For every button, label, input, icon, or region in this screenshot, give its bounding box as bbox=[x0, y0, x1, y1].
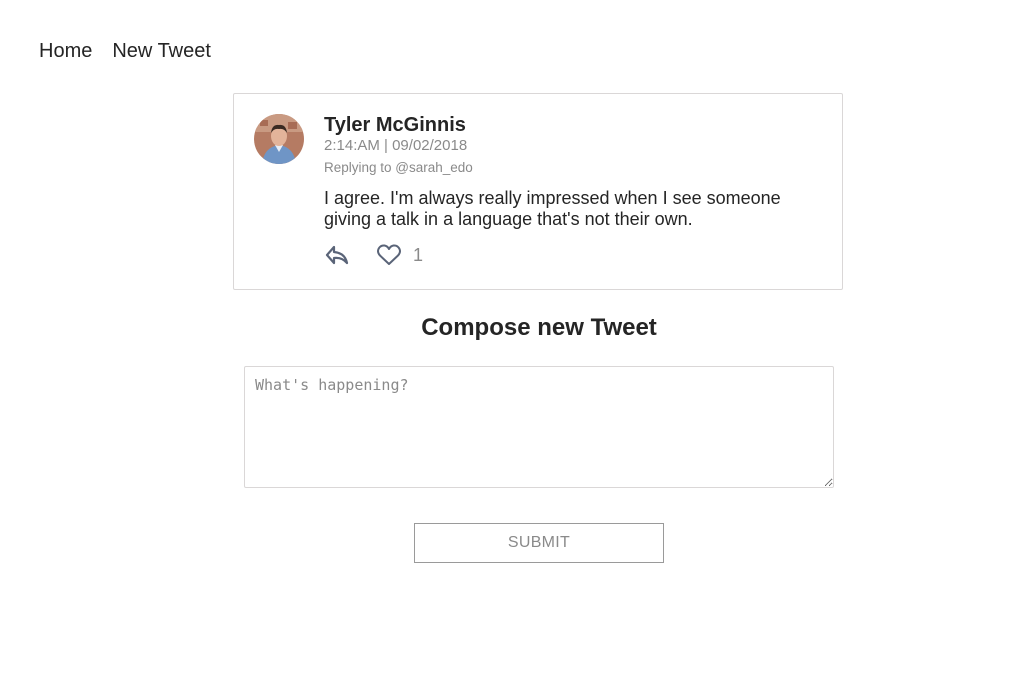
compose-title: Compose new Tweet bbox=[421, 314, 657, 341]
reply-arrow-icon bbox=[325, 245, 349, 265]
like-button[interactable] bbox=[376, 241, 404, 269]
heart-outline-icon bbox=[377, 244, 401, 265]
replying-to-link[interactable]: Replying to @sarah_edo bbox=[324, 160, 824, 176]
tweet-textarea[interactable] bbox=[244, 366, 834, 488]
nav-new-tweet-link[interactable]: New Tweet bbox=[112, 40, 211, 63]
nav-home-link[interactable]: Home bbox=[39, 40, 92, 63]
submit-button[interactable]: SUBMIT bbox=[414, 523, 664, 563]
tweet-text: I agree. I'm always really impressed whe… bbox=[324, 188, 781, 229]
main-nav: Home New Tweet bbox=[39, 40, 211, 63]
tweet-actions: 1 bbox=[324, 240, 423, 270]
reply-button[interactable] bbox=[324, 240, 354, 270]
tweet-info: Tyler McGinnis 2:14:AM | 09/02/2018 Repl… bbox=[324, 114, 824, 230]
tweet-card[interactable]: Tyler McGinnis 2:14:AM | 09/02/2018 Repl… bbox=[233, 93, 843, 290]
like-count: 1 bbox=[413, 244, 424, 265]
tweet-timestamp: 2:14:AM | 09/02/2018 bbox=[324, 137, 468, 154]
tweet-author: Tyler McGinnis bbox=[324, 114, 466, 136]
avatar bbox=[254, 114, 304, 164]
